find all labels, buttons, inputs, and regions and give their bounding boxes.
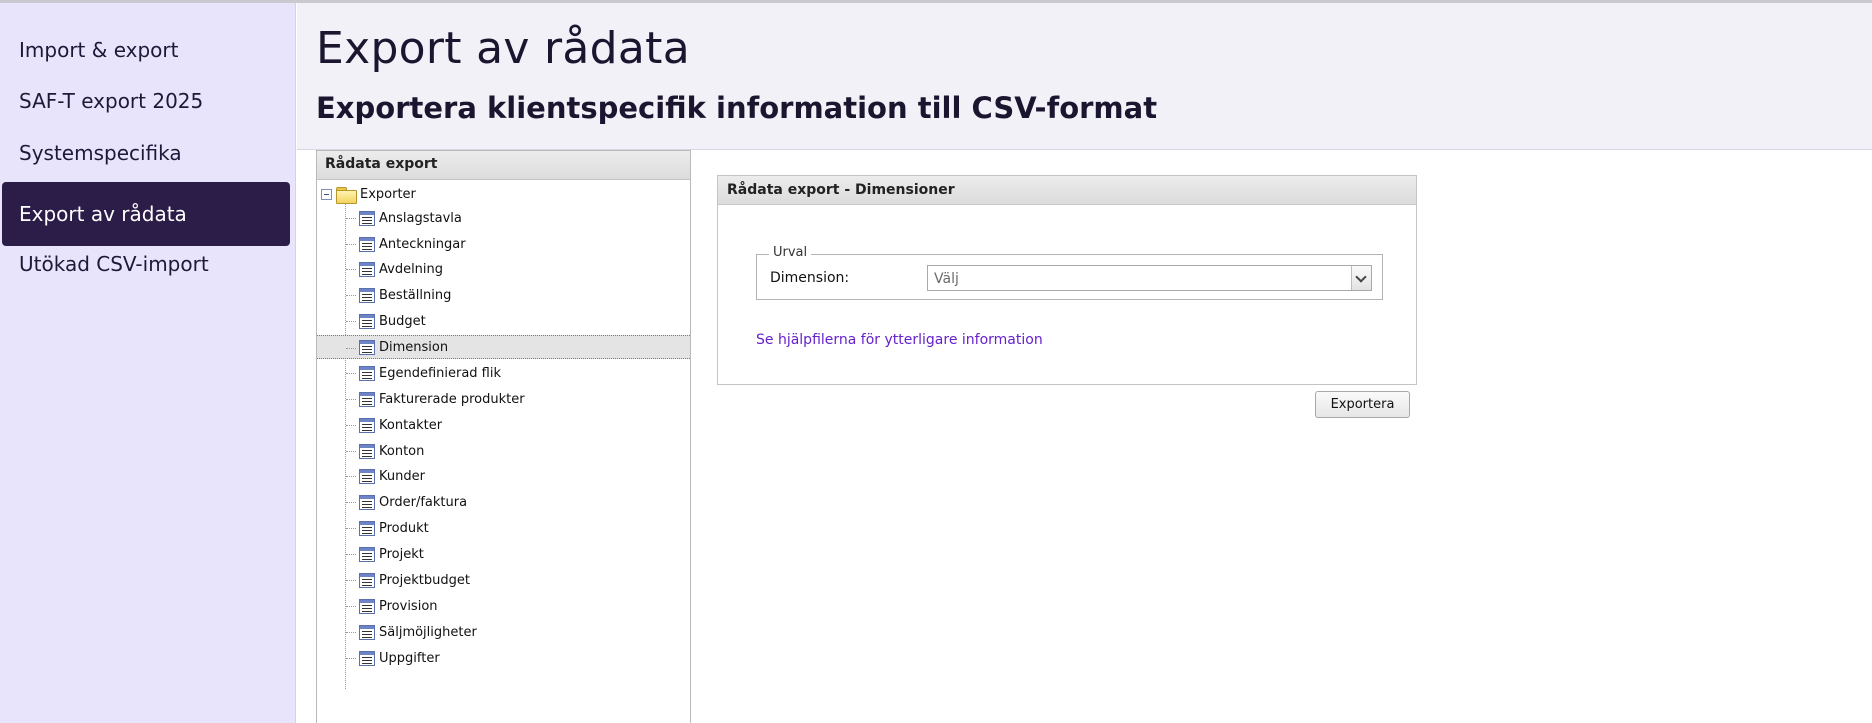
tree-item-fakturerade-produkter[interactable]: Fakturerade produkter xyxy=(317,387,690,411)
fieldset-legend: Urval xyxy=(769,245,812,260)
tree-item-label: Anslagstavla xyxy=(379,210,462,226)
tree-item-projektbudget[interactable]: Projektbudget xyxy=(317,568,690,592)
page-header: Export av rådata Exportera klientspecifi… xyxy=(297,3,1872,150)
dimension-select[interactable]: Välj xyxy=(927,265,1372,291)
tree-item-anslagstavla[interactable]: Anslagstavla xyxy=(317,206,690,230)
list-icon xyxy=(359,210,375,226)
sidebar: Import & export SAF-T export 2025 System… xyxy=(0,3,296,723)
tree-item-produkt[interactable]: Produkt xyxy=(317,516,690,540)
tree-item-label: Projektbudget xyxy=(379,572,470,588)
list-icon xyxy=(359,365,375,381)
folder-open-icon xyxy=(336,186,357,204)
export-tree-panel: Rådata export Exporter Anslagstavla Ante… xyxy=(316,150,691,723)
list-icon xyxy=(359,287,375,303)
detail-panel-title: Rådata export - Dimensioner xyxy=(718,176,1416,205)
tree-item-label: Provision xyxy=(379,598,438,614)
tree-item-label: Konton xyxy=(379,443,425,459)
tree-item-order-faktura[interactable]: Order/faktura xyxy=(317,490,690,514)
list-icon xyxy=(359,236,375,252)
tree-item-label: Kunder xyxy=(379,468,425,484)
tree-root-label: Exporter xyxy=(360,186,416,202)
tree-item-label: Säljmöjligheter xyxy=(379,624,477,640)
tree-item-budget[interactable]: Budget xyxy=(317,309,690,333)
tree-item-label: Projekt xyxy=(379,546,424,562)
tree-item-label: Avdelning xyxy=(379,261,444,277)
tree-item-label: Order/faktura xyxy=(379,494,468,510)
tree-item-uppgifter[interactable]: Uppgifter xyxy=(317,646,690,670)
page-title: Export av rådata xyxy=(316,23,690,74)
tree-item-kunder[interactable]: Kunder xyxy=(317,464,690,488)
list-icon xyxy=(359,468,375,484)
tree-item-label: Anteckningar xyxy=(379,236,466,252)
collapse-icon[interactable] xyxy=(321,188,332,200)
list-icon xyxy=(359,546,375,562)
tree-item-kontakter[interactable]: Kontakter xyxy=(317,413,690,437)
tree-item-saljmojligheter[interactable]: Säljmöjligheter xyxy=(317,620,690,644)
export-button[interactable]: Exportera xyxy=(1315,391,1410,418)
list-icon xyxy=(359,443,375,459)
chevron-down-icon xyxy=(1355,271,1367,283)
tree-item-label: Produkt xyxy=(379,520,429,536)
tree-item-provision[interactable]: Provision xyxy=(317,594,690,618)
list-icon xyxy=(359,391,375,407)
export-detail-panel: Rådata export - Dimensioner Urval Dimens… xyxy=(717,175,1417,385)
list-icon xyxy=(359,313,375,329)
dimension-label: Dimension: xyxy=(770,270,850,286)
list-icon xyxy=(359,261,375,277)
tree-item-label: Egendefinierad flik xyxy=(379,365,502,381)
tree-item-egendefinierad-flik[interactable]: Egendefinierad flik xyxy=(317,361,690,385)
page-subtitle: Exportera klientspecifik information til… xyxy=(316,91,1158,125)
tree-item-label: Kontakter xyxy=(379,417,443,433)
tree-item-konton[interactable]: Konton xyxy=(317,439,690,463)
tree-item-label: Budget xyxy=(379,313,426,329)
tree-item-avdelning[interactable]: Avdelning xyxy=(317,257,690,281)
list-icon xyxy=(359,598,375,614)
tree-item-label: Uppgifter xyxy=(379,650,440,666)
help-link[interactable]: Se hjälpfilerna för ytterligare informat… xyxy=(756,332,1043,348)
list-icon xyxy=(359,624,375,640)
tree-item-dimension[interactable]: Dimension xyxy=(317,335,690,359)
selection-fieldset: Urval Dimension: Välj xyxy=(756,245,1383,300)
list-icon xyxy=(359,494,375,510)
list-icon xyxy=(359,339,375,355)
dimension-select-value: Välj xyxy=(934,271,959,287)
sidebar-item-systemspecifika[interactable]: Systemspecifika xyxy=(2,121,290,185)
list-icon xyxy=(359,417,375,433)
tree-item-anteckningar[interactable]: Anteckningar xyxy=(317,232,690,256)
list-icon xyxy=(359,650,375,666)
tree-item-projekt[interactable]: Projekt xyxy=(317,542,690,566)
tree-item-label: Beställning xyxy=(379,287,452,303)
tree-item-label: Fakturerade produkter xyxy=(379,391,525,407)
list-icon xyxy=(359,520,375,536)
sidebar-item-utokad-csv-import[interactable]: Utökad CSV-import xyxy=(2,232,290,296)
tree-item-label: Dimension xyxy=(379,339,449,355)
tree-panel-title: Rådata export xyxy=(317,151,690,180)
dropdown-button[interactable] xyxy=(1351,266,1371,290)
tree-root[interactable]: Exporter xyxy=(321,183,416,205)
tree-item-bestallning[interactable]: Beställning xyxy=(317,283,690,307)
list-icon xyxy=(359,572,375,588)
